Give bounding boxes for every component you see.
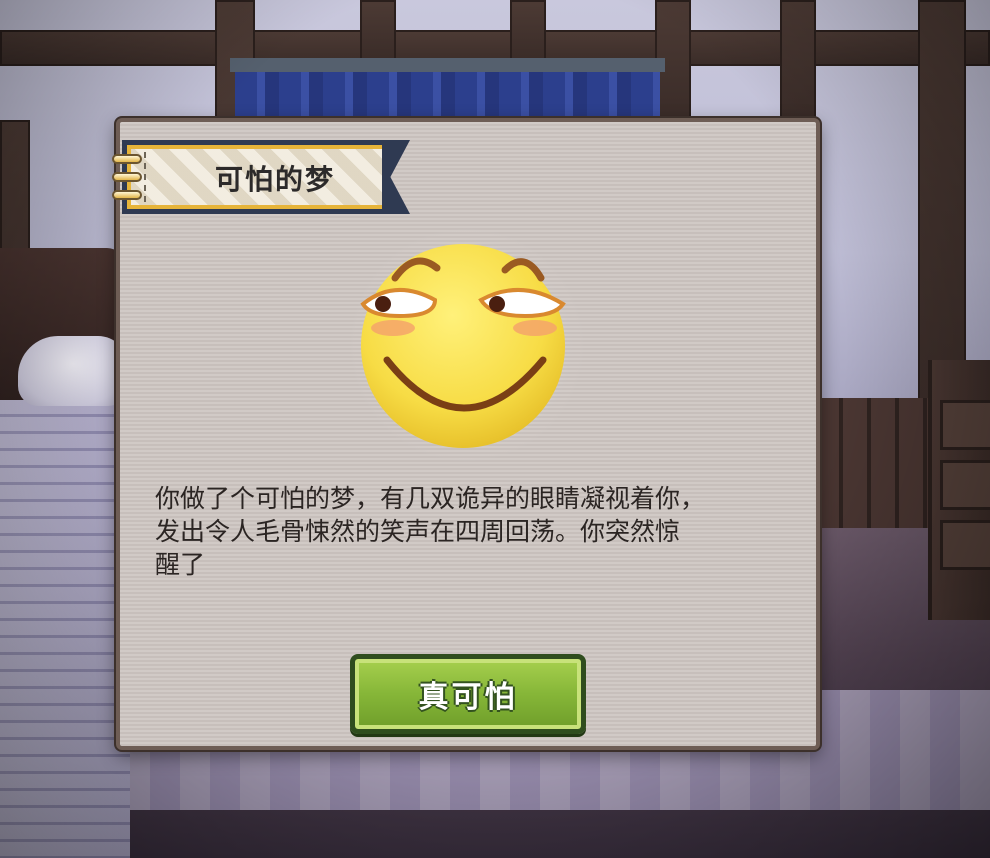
ribbon-stitch [144, 152, 146, 202]
binder-ring-icon [112, 190, 142, 200]
confirm-button[interactable]: 真可怕 [350, 654, 586, 734]
emoji-face [361, 244, 565, 448]
dialog-title: 可怕的梦 [214, 163, 335, 196]
emoji-left-eye [360, 288, 438, 319]
emoji-right-pupil [489, 296, 505, 312]
binder-ring-icon [112, 172, 142, 182]
dialog-title-ribbon: 可怕的梦 [112, 140, 410, 214]
ribbon-notch [382, 140, 410, 214]
event-message: 你做了个可怕的梦，有几双诡异的眼睛凝视着你， 发出令人毛骨悚然的笑声在四周回荡。… [155, 484, 706, 579]
confirm-button-label: 真可怕 [418, 680, 518, 715]
sly-smile-emoji-icon [360, 244, 566, 448]
emoji-right-blush [513, 320, 557, 336]
emoji-left-blush [371, 320, 415, 336]
binder-ring-icon [112, 154, 142, 164]
emoji-left-pupil [375, 296, 391, 312]
